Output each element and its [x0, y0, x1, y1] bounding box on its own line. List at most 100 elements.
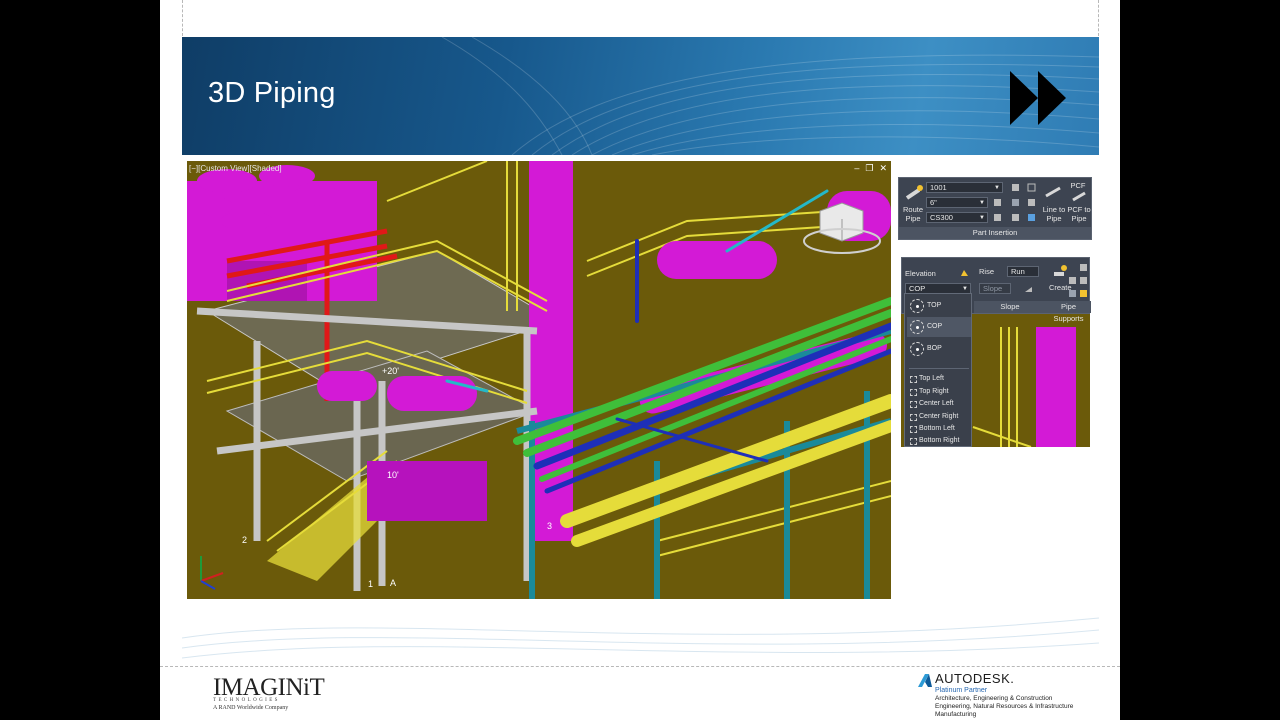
corner-icon [910, 414, 917, 421]
tee-icon[interactable] [1027, 213, 1036, 222]
dropdown-item-center-left[interactable]: Center Left [907, 398, 971, 410]
size-dropdown[interactable]: 1001 ▼ [926, 182, 1003, 193]
autodesk-a-icon [918, 674, 932, 687]
support-edit-icon[interactable] [1068, 276, 1077, 285]
viewport-window-controls: – ❐ ✕ [854, 163, 887, 174]
elevation-label: Elevation [905, 269, 936, 278]
dropdown-item-cop[interactable]: COP [907, 317, 971, 337]
rise-label: Rise [979, 267, 995, 276]
fast-forward-icon[interactable] [1008, 69, 1072, 127]
run-field[interactable]: Run [1007, 266, 1039, 277]
chevron-down-icon: ▼ [979, 200, 985, 206]
dropdown-item-top-right[interactable]: Top Right [907, 386, 971, 398]
minimize-icon[interactable]: – [854, 163, 859, 174]
spec-dropdown[interactable]: CS300 ▼ [926, 212, 988, 223]
imaginit-tagline: A RAND Worldwide Company [213, 705, 289, 711]
grid-label: 3 [547, 521, 553, 531]
dropdown-item-label: Top Right [919, 388, 949, 395]
dropdown-item-label: TOP [927, 302, 942, 309]
chevron-down-icon: ▼ [979, 215, 985, 221]
partner-specialization: Engineering, Natural Resources & Infrast… [935, 703, 1074, 710]
spec-value: CS300 [930, 213, 953, 222]
partner-level: Platinum Partner [935, 687, 988, 694]
elevation-annotation: 10' [387, 470, 399, 480]
grid-label: 2 [242, 535, 248, 545]
elevation-value: COP [909, 284, 926, 293]
tag-icon[interactable] [1011, 183, 1020, 192]
ucs-icon [200, 556, 224, 590]
support-convert-icon[interactable] [1068, 289, 1077, 298]
dropdown-item-bottom-right[interactable]: Bottom Right [907, 435, 971, 447]
dropdown-item-label: Top Left [919, 375, 944, 382]
dropdown-item-label: Bottom Left [919, 425, 955, 432]
dropdown-item-label: COP [927, 323, 943, 330]
chevron-down-icon: ▼ [994, 185, 1000, 191]
dropdown-item-label: Center Left [919, 400, 954, 407]
diameter-dropdown[interactable]: 6" ▼ [926, 197, 988, 208]
slope-footer: Slope [974, 301, 1046, 313]
dropdown-item-bottom-left[interactable]: Bottom Left [907, 423, 971, 435]
pcf-label: PCF [1070, 181, 1086, 190]
reducer-icon[interactable] [993, 213, 1002, 222]
title-banner: 3D Piping [182, 37, 1099, 155]
dropdown-item-label: Bottom Right [919, 437, 960, 444]
dropdown-item-center-right[interactable]: Center Right [907, 411, 971, 423]
slope-value: Slope [983, 284, 1003, 293]
dropdown-item-label: Center Right [919, 413, 959, 420]
dropdown-item-label: BOP [927, 345, 942, 352]
part-insertion-panel: Route Pipe 1001 ▼ 6" ▼ CS300 ▼ Line to Pipe… [898, 177, 1092, 240]
3d-model-viewport[interactable]: [−][Custom View][Shaded] – ❐ ✕ +20' 10' … [187, 161, 891, 599]
pipe-bottom-icon [910, 342, 924, 356]
guide-line [182, 0, 183, 36]
valve-icon[interactable] [993, 198, 1002, 207]
flange-icon[interactable] [1027, 198, 1036, 207]
dropdown-item-bop[interactable]: BOP [907, 339, 971, 359]
dropdown-item-top[interactable]: TOP [907, 296, 971, 316]
pcf-icon [1072, 191, 1086, 202]
line-to-pipe-button[interactable]: Line to Pipe [1040, 205, 1068, 223]
pipe-center-icon [910, 320, 924, 334]
slide: 3D Piping [−][Custom View][Shaded] – ❐ ✕… [160, 0, 1120, 720]
imaginit-logo: IMAGINiT TECHNOLOGIES A RAND Worldwide C… [213, 674, 325, 711]
dropdown-item-top-left[interactable]: Top Left [907, 373, 971, 385]
restore-icon[interactable]: ❐ [865, 163, 873, 174]
elevation-pick-icon[interactable] [960, 268, 969, 277]
route-pipe-button[interactable]: Route Pipe [900, 205, 926, 223]
slope-field[interactable]: Slope [979, 283, 1011, 294]
viewport-label[interactable]: [−][Custom View][Shaded] [189, 164, 282, 173]
corner-icon [910, 438, 917, 445]
slide-title: 3D Piping [208, 77, 336, 109]
grid-label: 1 [368, 579, 374, 589]
corner-icon [910, 376, 917, 383]
partner-specialization: Architecture, Engineering & Construction [935, 695, 1053, 702]
guide-line [1098, 0, 1099, 36]
elbow-icon[interactable] [1011, 213, 1020, 222]
pipe-supports-footer: Pipe Supports [1046, 301, 1091, 323]
run-label: Run [1011, 267, 1025, 276]
corner-icon [910, 401, 917, 408]
elevation-dropdown-list: TOP COP BOP Top Left Top Right Center Le… [904, 293, 972, 447]
autodesk-wordmark: AUTODESK. [935, 671, 1015, 686]
part-insertion-footer: Part Insertion [899, 227, 1091, 239]
guide-line [160, 666, 1120, 667]
close-icon[interactable]: ✕ [879, 163, 887, 174]
create-support-icon [1054, 265, 1067, 276]
size-value: 1001 [930, 183, 947, 192]
corner-icon [910, 389, 917, 396]
support-attach-icon[interactable] [1079, 276, 1088, 285]
partner-specialization: Manufacturing [935, 711, 977, 718]
fitting-icon[interactable] [1011, 198, 1020, 207]
elevation-annotation: +20' [382, 366, 399, 376]
piping-model-render [187, 161, 891, 599]
corner-icon [910, 426, 917, 433]
grid-label: A [390, 578, 397, 588]
route-pipe-icon [905, 185, 923, 200]
slope-direction-icon[interactable] [1024, 284, 1033, 293]
pcf-to-pipe-button[interactable]: PCF to Pipe [1066, 205, 1092, 223]
table-icon[interactable] [1027, 183, 1036, 192]
support-type-icon[interactable] [1079, 263, 1088, 272]
pipe-top-icon [910, 299, 924, 313]
support-settings-icon[interactable] [1079, 289, 1088, 298]
diameter-value: 6" [930, 198, 937, 207]
decorative-wave [182, 617, 1099, 659]
